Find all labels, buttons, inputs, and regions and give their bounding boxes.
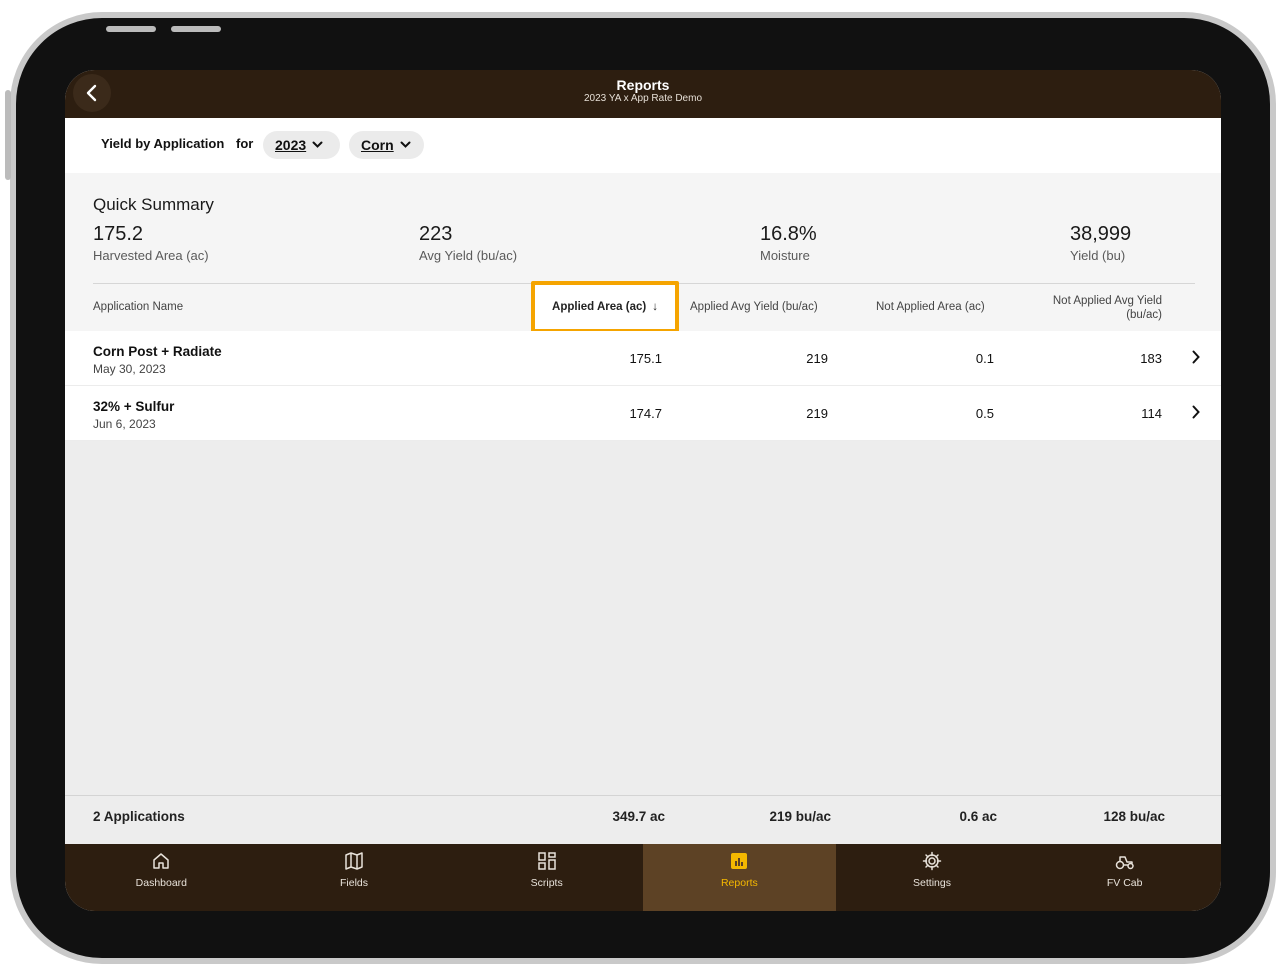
hardware-button — [106, 26, 156, 32]
tab-fields[interactable]: Fields — [258, 844, 451, 911]
stat-label: Yield (bu) — [1070, 248, 1126, 263]
not-applied-avg-yield-cell: 114 — [1141, 406, 1162, 421]
total-applied-area: 349.7 ac — [612, 809, 665, 824]
application-date: May 30, 2023 — [93, 362, 166, 376]
tab-label: Settings — [913, 877, 951, 889]
not-applied-area-cell: 0.1 — [975, 351, 994, 366]
total-not-applied-avg-yield: 128 bu/ac — [1103, 809, 1165, 824]
tab-dashboard[interactable]: Dashboard — [65, 844, 258, 911]
column-header-not-applied-avg-yield[interactable]: Not Applied Avg Yield (bu/ac) — [1053, 294, 1162, 322]
grid-icon — [537, 852, 556, 870]
application-name: 32% + Sulfur — [93, 399, 175, 414]
column-header-application-name[interactable]: Application Name — [93, 301, 183, 313]
column-header-label: Applied Area (ac) — [552, 301, 647, 313]
map-icon — [345, 852, 363, 870]
stat-moisture: 16.8% Moisture — [760, 223, 817, 263]
quick-summary-title: Quick Summary — [93, 195, 214, 214]
page-subtitle: 2023 YA x App Rate Demo — [583, 93, 703, 104]
report-type-label: Yield by Application — [101, 136, 225, 151]
tab-label: FV Cab — [1106, 877, 1143, 889]
hardware-button — [171, 26, 221, 32]
chevron-right-icon — [1192, 350, 1200, 364]
table-row[interactable]: 32% + Sulfur Jun 6, 2023 174.7 219 0.5 1… — [65, 386, 1221, 441]
quick-summary: Quick Summary 175.2 Harvested Area (ac) … — [65, 173, 1221, 333]
column-header-line: Not Applied Avg Yield — [1052, 295, 1162, 307]
hardware-side-button — [5, 90, 11, 180]
sort-arrow-down-icon: ↓ — [652, 301, 658, 313]
table-row[interactable]: Corn Post + Radiate May 30, 2023 175.1 2… — [65, 331, 1221, 386]
app-screen: Reports 2023 YA x App Rate Demo Yield by… — [65, 70, 1221, 911]
not-applied-area-cell: 0.5 — [975, 406, 994, 421]
applied-avg-yield-cell: 219 — [806, 351, 828, 366]
filter-bar: Yield by Application for 2023 Corn — [65, 118, 1221, 173]
total-applied-avg-yield: 219 bu/ac — [769, 809, 831, 824]
tab-label: Fields — [340, 877, 369, 889]
home-icon — [153, 853, 170, 869]
chevron-down-icon — [400, 141, 411, 148]
for-label: for — [236, 136, 254, 151]
stat-yield: 38,999 Yield (bu) — [1070, 223, 1131, 263]
stat-value: 223 — [419, 223, 453, 245]
stat-label: Harvested Area (ac) — [93, 248, 209, 263]
year-dropdown[interactable]: 2023 — [263, 131, 340, 159]
year-value: 2023 — [275, 137, 307, 153]
applied-area-cell: 175.1 — [629, 351, 662, 366]
tab-label: Scripts — [530, 877, 563, 889]
tab-label: Reports — [720, 877, 758, 889]
tab-bar: Dashboard Fields Scripts Reports Setting… — [65, 844, 1221, 911]
total-not-applied-area: 0.6 ac — [959, 809, 997, 824]
applications-count: 2 Applications — [93, 809, 185, 824]
application-date: Jun 6, 2023 — [93, 417, 156, 431]
stat-value: 38,999 — [1070, 223, 1132, 245]
app-header: Reports 2023 YA x App Rate Demo — [65, 70, 1221, 118]
stat-label: Moisture — [760, 248, 810, 263]
column-header-line: (bu/ac) — [1126, 309, 1162, 321]
crop-dropdown[interactable]: Corn — [349, 131, 424, 159]
not-applied-avg-yield-cell: 183 — [1140, 351, 1162, 366]
stat-value: 175.2 — [93, 223, 144, 245]
tab-fv-cab[interactable]: FV Cab — [1028, 844, 1221, 911]
application-name: Corn Post + Radiate — [93, 344, 222, 359]
applied-area-cell: 174.7 — [629, 406, 662, 421]
chevron-down-icon — [312, 141, 323, 148]
chart-icon — [731, 853, 748, 869]
crop-value: Corn — [361, 137, 394, 153]
column-header-applied-area[interactable]: Applied Area (ac) ↓ — [531, 281, 679, 333]
page-title: Reports — [616, 77, 670, 93]
tab-settings[interactable]: Settings — [836, 844, 1029, 911]
tab-scripts[interactable]: Scripts — [450, 844, 643, 911]
tab-label: Dashboard — [135, 877, 188, 889]
column-header-not-applied-area[interactable]: Not Applied Area (ac) — [876, 301, 985, 313]
stat-avg-yield: 223 Avg Yield (bu/ac) — [419, 223, 517, 263]
applied-avg-yield-cell: 219 — [806, 406, 828, 421]
stat-label: Avg Yield (bu/ac) — [419, 248, 518, 263]
totals-row: 2 Applications 349.7 ac 219 bu/ac 0.6 ac… — [65, 795, 1221, 845]
column-header-applied-avg-yield[interactable]: Applied Avg Yield (bu/ac) — [690, 301, 818, 313]
stat-harvested-area: 175.2 Harvested Area (ac) — [93, 223, 209, 263]
tab-reports[interactable]: Reports — [643, 844, 836, 911]
stat-value: 16.8% — [760, 223, 817, 245]
tractor-icon — [1115, 856, 1134, 870]
gear-icon — [922, 851, 942, 871]
chevron-right-icon — [1192, 405, 1200, 419]
